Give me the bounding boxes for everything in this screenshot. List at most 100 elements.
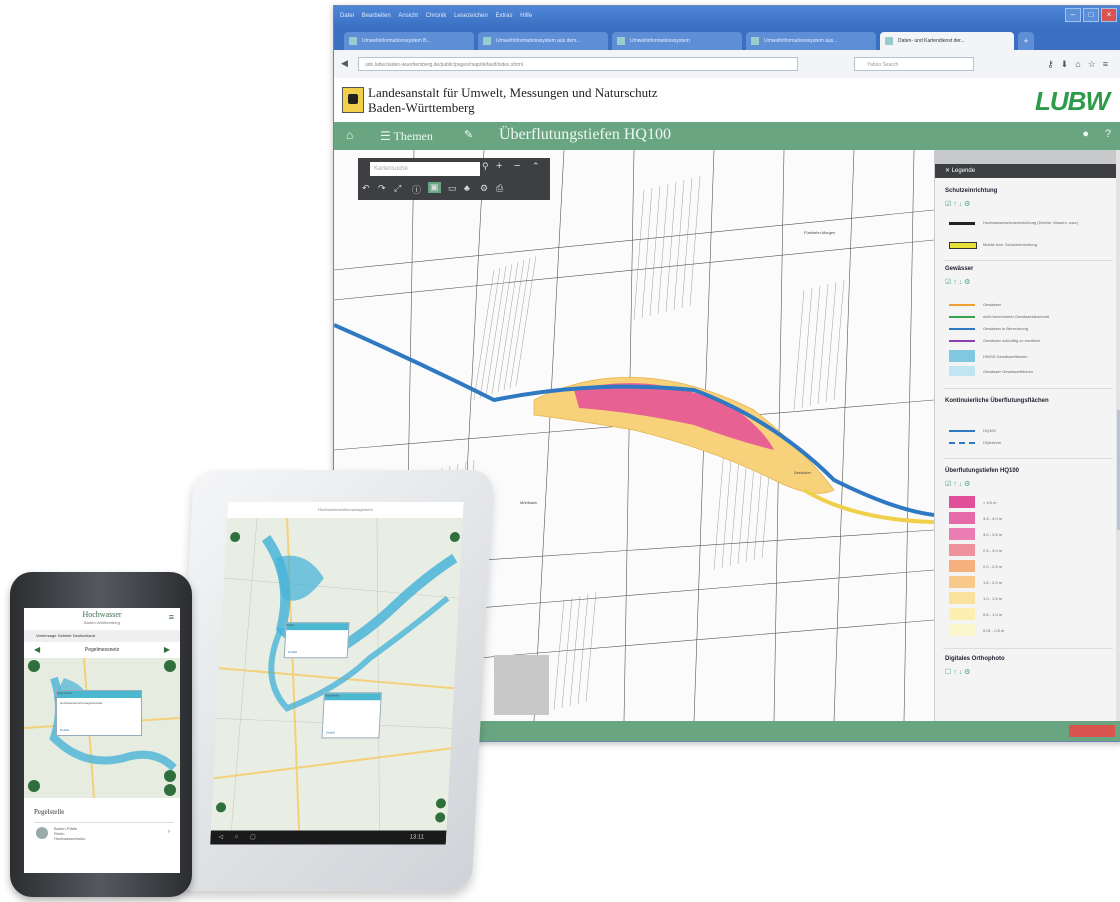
popup-link[interactable]: Details: [326, 730, 335, 734]
popup-link[interactable]: Details: [60, 728, 69, 732]
favicon-icon: [483, 37, 491, 45]
collapse-icon[interactable]: ⌃: [532, 161, 540, 172]
maximize-icon[interactable]: □: [1083, 8, 1099, 22]
help-icon[interactable]: ?: [1105, 128, 1111, 140]
menu-extras[interactable]: Extras: [495, 13, 512, 19]
favicon-icon: [885, 37, 893, 45]
key-icon[interactable]: ⚷: [1047, 59, 1061, 69]
bookmark-icon[interactable]: ☆: [1088, 59, 1103, 69]
map-search-input[interactable]: Kartensuche: [370, 162, 480, 176]
browser-tab-active[interactable]: Daten- und Kartendienst der...: [880, 32, 1014, 50]
android-navbar: ◁ ○ ▢ 13:11: [210, 830, 447, 845]
menu-lesezeichen[interactable]: Lesezeichen: [454, 13, 488, 19]
close-icon[interactable]: ×: [1101, 8, 1117, 22]
menu-bearbeiten[interactable]: Bearbeiten: [362, 13, 391, 19]
next-arrow-icon[interactable]: ▶: [164, 644, 170, 656]
legend-section-title: Überflutungstiefen HQ100: [945, 468, 1020, 474]
layer-controls[interactable]: ☑ ↑ ↓ ⚙: [945, 278, 970, 286]
new-tab-button[interactable]: +: [1018, 32, 1034, 50]
layers-button[interactable]: [28, 660, 40, 672]
share-icon[interactable]: ♣: [464, 183, 470, 193]
browser-tabbar: Umweltinformationssystem B... Umweltinfo…: [334, 28, 1120, 50]
legend-swatch: [949, 528, 975, 540]
legend-item: Hochwasserschutzeinrichtung (Deiche, Mau…: [983, 220, 1079, 225]
org-name-line1: Landesanstalt für Umwelt, Messungen und …: [368, 85, 658, 100]
legend-header[interactable]: ✕ Legende: [935, 164, 1120, 178]
list-item[interactable]: Baden-Plätte Rhein Hochwasserrisiko ›: [34, 822, 174, 847]
menu-chronik[interactable]: Chronik: [426, 13, 447, 19]
favicon-icon: [349, 37, 357, 45]
recents-icon[interactable]: ▢: [250, 834, 256, 840]
comment-icon[interactable]: ✎: [464, 128, 473, 141]
legend-scrollbar[interactable]: [1116, 150, 1120, 721]
browser-tab[interactable]: Umweltinformationssystem B...: [344, 32, 474, 50]
user-icon[interactable]: ●: [1082, 128, 1089, 140]
menu-hilfe[interactable]: Hilfe: [520, 13, 532, 19]
tablet-device: Hochwasserrisikomanagement Pegel Details…: [172, 470, 504, 895]
themen-button[interactable]: ☰ Themen: [380, 129, 433, 144]
lubw-logo[interactable]: LUBW: [1035, 86, 1110, 117]
tab-label: Umweltinformationssystem aus dem...: [496, 38, 581, 44]
locate-button[interactable]: [164, 660, 176, 672]
home-icon[interactable]: ⌂: [1075, 59, 1087, 69]
taskbar-tray: [1069, 725, 1115, 737]
search-icon[interactable]: ⚲: [482, 161, 489, 172]
measure-icon[interactable]: ▭: [448, 183, 457, 194]
phone-region-bar[interactable]: Vorhersage Gebiete Deutschland: [24, 630, 180, 642]
gauge-avatar: [36, 827, 48, 839]
map-popup: Pegelstelle Details: [321, 692, 382, 739]
legend-swatch: [949, 560, 975, 572]
browser-search-input[interactable]: Yahoo Search: [854, 57, 974, 71]
tablet-map[interactable]: [210, 518, 463, 845]
home-icon[interactable]: ⌂: [346, 128, 353, 142]
home-icon[interactable]: ○: [235, 834, 239, 840]
legend-swatch: [949, 340, 975, 342]
back-icon[interactable]: ◀: [341, 58, 348, 69]
menu-ansicht[interactable]: Ansicht: [398, 13, 418, 19]
map-toolbar: Kartensuche ⚲ + − ⌃ ↶ ↷ ⤢ ⓘ ▣ ▭ ♣ ⚙ ⎙: [358, 158, 550, 200]
browser-tab[interactable]: Umweltinformationssystem aus...: [746, 32, 876, 50]
download-icon[interactable]: ⬇: [1061, 59, 1076, 69]
state-crest-logo: [342, 87, 364, 113]
window-controls: – □ ×: [1065, 8, 1117, 22]
print-icon[interactable]: ⎙: [496, 183, 503, 194]
legend-swatch: [949, 624, 975, 636]
zoom-out-icon[interactable]: −: [514, 160, 520, 172]
app-navbar: ⌂ ☰ Themen ✎ Überflutungstiefen HQ100 ● …: [334, 122, 1120, 150]
list-item-subtitle: Hochwasserrisiko: [54, 836, 86, 841]
settings-icon[interactable]: ⚙: [480, 183, 488, 194]
back-icon[interactable]: ◁: [218, 834, 223, 840]
browser-tab[interactable]: Umweltinformationssystem aus dem...: [478, 32, 608, 50]
redo-icon[interactable]: ↷: [378, 183, 386, 194]
popup-link[interactable]: Details: [288, 650, 297, 654]
chevron-right-icon[interactable]: ›: [168, 829, 170, 835]
phone-screen: Hochwasser Baden-Württemberg ≡ Vorhersag…: [24, 608, 180, 873]
legend-item: Gewässer zukünftig zu ermitteln: [983, 338, 1040, 343]
address-bar[interactable]: udo.lubw.baden-wuerttemberg.de/public/pa…: [358, 57, 798, 71]
favicon-icon: [751, 37, 759, 45]
browser-tab[interactable]: Umweltinformationssystem: [612, 32, 742, 50]
info-icon[interactable]: ⓘ: [412, 183, 421, 196]
zoom-in-icon[interactable]: +: [496, 160, 502, 172]
layer-controls[interactable]: ☐ ↑ ↓ ⚙: [945, 668, 970, 676]
layer-controls[interactable]: ☑ ↑ ↓ ⚙: [945, 480, 970, 488]
fullextent-icon[interactable]: ⤢: [394, 183, 401, 194]
home-button[interactable]: [28, 780, 40, 792]
phone-map[interactable]: Pegelstelle Hochwasservorhersagezentrale…: [24, 658, 180, 798]
layer-controls[interactable]: ☑ ↑ ↓ ⚙: [945, 200, 970, 208]
zoom-in-button[interactable]: [164, 770, 176, 782]
select-icon[interactable]: ▣: [428, 182, 441, 193]
phone-app-title: Hochwasser: [82, 610, 122, 619]
hamburger-menu-icon[interactable]: ≡: [169, 612, 174, 622]
favicon-icon: [617, 37, 625, 45]
undo-icon[interactable]: ↶: [362, 183, 370, 194]
legend-swatch: [949, 512, 975, 524]
popup-title: Pegel: [286, 623, 349, 631]
legend-panel: ✕ Legende Schutzeinrichtung ☑ ↑ ↓ ⚙ Hoch…: [934, 150, 1120, 721]
prev-arrow-icon[interactable]: ◀: [34, 644, 40, 656]
legend-item: 0.01 - 0.5 m: [983, 628, 1005, 633]
menu-icon[interactable]: ≡: [1103, 59, 1115, 69]
minimize-icon[interactable]: –: [1065, 8, 1081, 22]
menu-datei[interactable]: Datei: [340, 13, 354, 19]
zoom-out-button[interactable]: [164, 784, 176, 796]
